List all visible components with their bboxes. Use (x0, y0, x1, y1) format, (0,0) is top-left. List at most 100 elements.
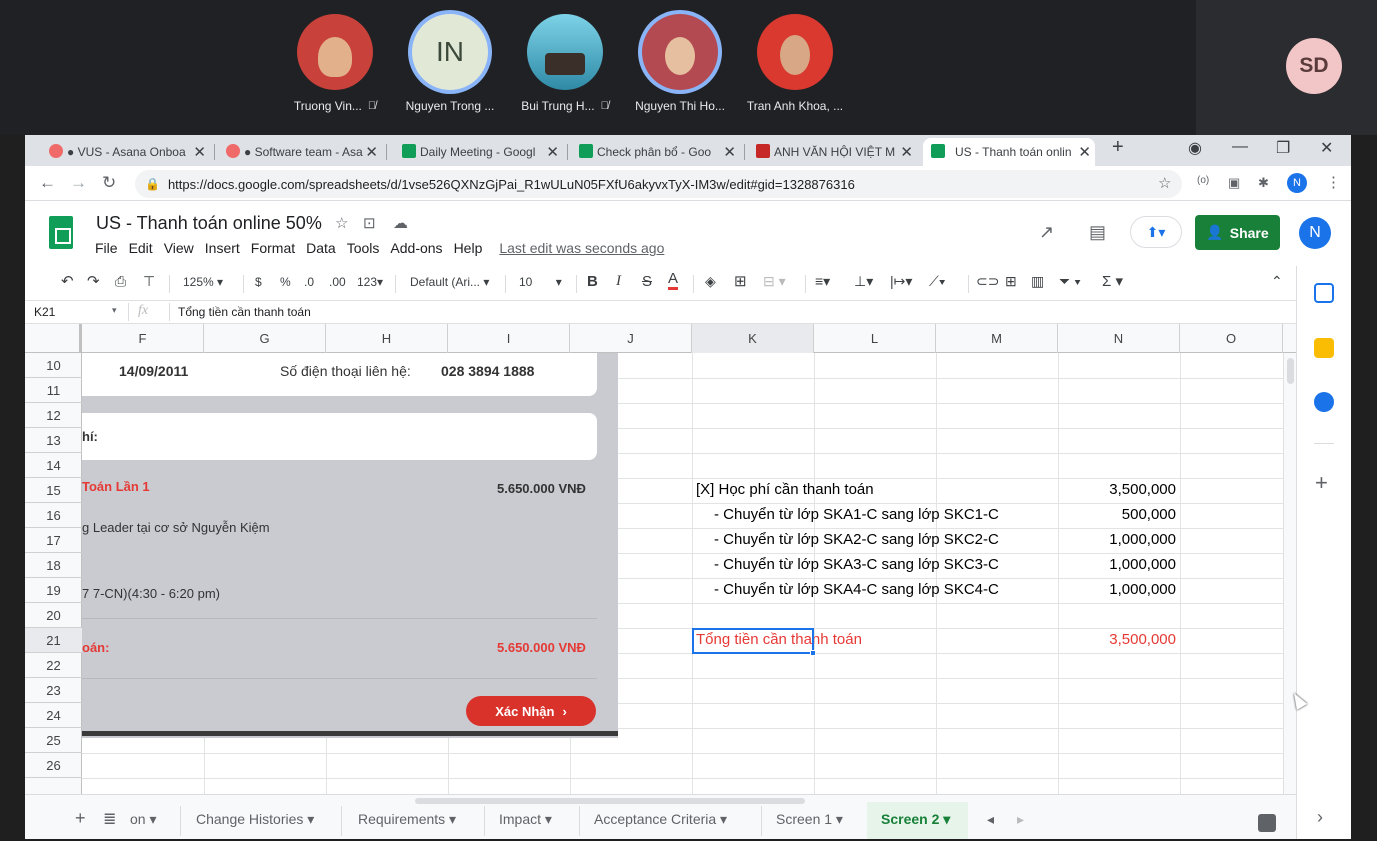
back-icon[interactable]: ← (39, 173, 56, 193)
name-box[interactable]: K21 (34, 305, 55, 319)
column-header[interactable]: F (82, 324, 204, 353)
cell-n17[interactable]: 1,000,000 (1058, 531, 1176, 548)
sheet-tab[interactable]: Acceptance Criteria ▾ (594, 811, 727, 828)
browser-tab[interactable]: ● Software team - Asa ✕ (222, 138, 382, 166)
present-button[interactable]: ⬆▾ (1130, 216, 1182, 248)
name-box-dropdown-icon[interactable]: ▾ (112, 305, 117, 316)
row-header-selected[interactable]: 21 (25, 628, 82, 653)
spreadsheet-grid[interactable]: F G H I J K L M N O 10 11 12 13 14 15 16… (25, 324, 1296, 794)
menu-data[interactable]: Data (306, 240, 336, 256)
more-formats-button[interactable]: 123▾ (357, 275, 383, 289)
row-header[interactable]: 20 (25, 603, 82, 628)
insert-chart-icon[interactable]: ▥ (1031, 273, 1044, 290)
merge-cells-icon[interactable]: ⊟ ▾ (763, 273, 786, 290)
account-avatar[interactable]: N (1299, 217, 1331, 249)
add-sheet-icon[interactable]: + (75, 808, 86, 829)
puzzle-icon[interactable]: ✱ (1258, 175, 1269, 191)
menu-view[interactable]: View (164, 240, 194, 256)
text-wrap-icon[interactable]: |↦▾ (890, 273, 912, 290)
extension-icon[interactable]: (o) (1197, 175, 1209, 186)
row-header[interactable]: 19 (25, 578, 82, 603)
align-vertical-icon[interactable]: ⊥▾ (854, 273, 873, 290)
cell-k15[interactable]: [X] Học phí cần thanh toán (696, 481, 874, 498)
self-avatar[interactable]: SD (1286, 38, 1342, 94)
more-vert-icon[interactable]: ⋮ (1326, 173, 1341, 191)
select-all-corner[interactable] (25, 324, 82, 353)
functions-button[interactable]: Σ ▾ (1102, 272, 1123, 290)
row-header[interactable]: 18 (25, 553, 82, 578)
borders-icon[interactable]: ⊞ (734, 272, 747, 290)
calendar-icon[interactable] (1314, 283, 1334, 303)
forward-icon[interactable]: → (70, 173, 87, 193)
new-tab-button[interactable]: + (1112, 136, 1124, 159)
browser-tab[interactable]: Check phân bổ - Goo ✕ (575, 138, 740, 166)
increase-decimal-button[interactable]: .00 (329, 275, 346, 289)
star-icon[interactable]: ☆ (335, 214, 348, 232)
side-panel-toggle-icon[interactable]: › (1317, 807, 1323, 828)
participant-tile[interactable]: IN Nguyen Trong ... (395, 14, 505, 113)
scroll-thumb[interactable] (1287, 358, 1294, 384)
row-header[interactable]: 22 (25, 653, 82, 678)
filter-icon[interactable]: ⏷ ▾ (1059, 273, 1081, 290)
row-header[interactable]: 24 (25, 703, 82, 728)
cell-k19[interactable]: - Chuyển từ lớp SKA4-C sang lớp SKC4-C (714, 581, 999, 598)
column-header[interactable]: H (326, 324, 448, 353)
column-header[interactable]: J (570, 324, 692, 353)
cloud-saved-icon[interactable]: ☁ (393, 214, 408, 232)
sheet-tab[interactable]: Screen 1 ▾ (776, 811, 843, 828)
menu-file[interactable]: File (95, 240, 118, 256)
sheet-tab[interactable]: Requirements ▾ (358, 811, 456, 828)
confirm-button[interactable]: Xác Nhận › (466, 696, 596, 726)
cell-n21[interactable]: 3,500,000 (1058, 631, 1176, 648)
column-header-selected[interactable]: K (692, 324, 814, 353)
participant-tile[interactable]: Bui Trung H... 🎙̸ (510, 14, 620, 113)
menu-tools[interactable]: Tools (347, 240, 380, 256)
undo-icon[interactable]: ↶ (61, 272, 74, 290)
menu-format[interactable]: Format (251, 240, 295, 256)
share-button[interactable]: 👤 Share (1195, 215, 1280, 250)
menu-help[interactable]: Help (454, 240, 483, 256)
cell-n15[interactable]: 3,500,000 (1058, 481, 1176, 498)
close-tab-icon[interactable]: ✕ (546, 143, 559, 161)
participant-tile[interactable]: Tran Anh Khoa, ... (740, 14, 850, 113)
reload-icon[interactable]: ↻ (102, 173, 116, 193)
document-title[interactable]: US - Thanh toán online 50% (96, 213, 322, 234)
close-tab-icon[interactable]: ✕ (1078, 143, 1091, 161)
close-tab-icon[interactable]: ✕ (900, 143, 913, 161)
browser-tab-active[interactable]: US - Thanh toán onlin ✕ (923, 138, 1095, 166)
sheets-logo-icon[interactable] (49, 216, 73, 249)
explore-icon[interactable] (1258, 814, 1276, 832)
sheet-tab[interactable]: Change Histories ▾ (196, 811, 314, 828)
paint-format-icon[interactable]: ⊤ (143, 273, 155, 290)
close-tab-icon[interactable]: ✕ (193, 143, 206, 161)
row-header[interactable]: 14 (25, 453, 82, 478)
column-header[interactable]: L (814, 324, 936, 353)
all-sheets-icon[interactable]: ≣ (103, 809, 116, 829)
cell-k18[interactable]: - Chuyển từ lớp SKA3-C sang lớp SKC3-C (714, 556, 999, 573)
column-header[interactable]: I (448, 324, 570, 353)
cell-n18[interactable]: 1,000,000 (1058, 556, 1176, 573)
close-tab-icon[interactable]: ✕ (723, 143, 736, 161)
column-header[interactable]: M (936, 324, 1058, 353)
redo-icon[interactable]: ↷ (87, 272, 100, 290)
close-window-icon[interactable]: ✕ (1320, 138, 1333, 158)
activity-trend-icon[interactable]: ↗ (1039, 222, 1054, 243)
text-color-button[interactable]: A (668, 271, 679, 290)
comment-icon[interactable]: ▤ (1089, 222, 1106, 243)
row-header[interactable]: 23 (25, 678, 82, 703)
print-icon[interactable]: ⎙ (115, 273, 126, 290)
browser-tab[interactable]: ● VUS - Asana Onboa ✕ (45, 138, 210, 166)
browser-tab[interactable]: Daily Meeting - Googl ✕ (398, 138, 563, 166)
browser-tab[interactable]: ANH VĂN HỘI VIỆT M ✕ (752, 138, 917, 166)
menu-addons[interactable]: Add-ons (390, 240, 442, 256)
row-header[interactable]: 26 (25, 753, 82, 778)
minimize-icon[interactable]: — (1232, 138, 1248, 156)
column-header[interactable]: G (204, 324, 326, 353)
restore-icon[interactable]: ❐ (1276, 138, 1290, 158)
insert-link-icon[interactable]: ⊂⊃ (976, 273, 999, 290)
menu-insert[interactable]: Insert (205, 240, 240, 256)
italic-button[interactable]: I (616, 273, 621, 290)
currency-format-button[interactable]: $ (255, 275, 262, 289)
add-addon-icon[interactable]: + (1315, 470, 1328, 496)
last-edit-link[interactable]: Last edit was seconds ago (499, 240, 664, 256)
